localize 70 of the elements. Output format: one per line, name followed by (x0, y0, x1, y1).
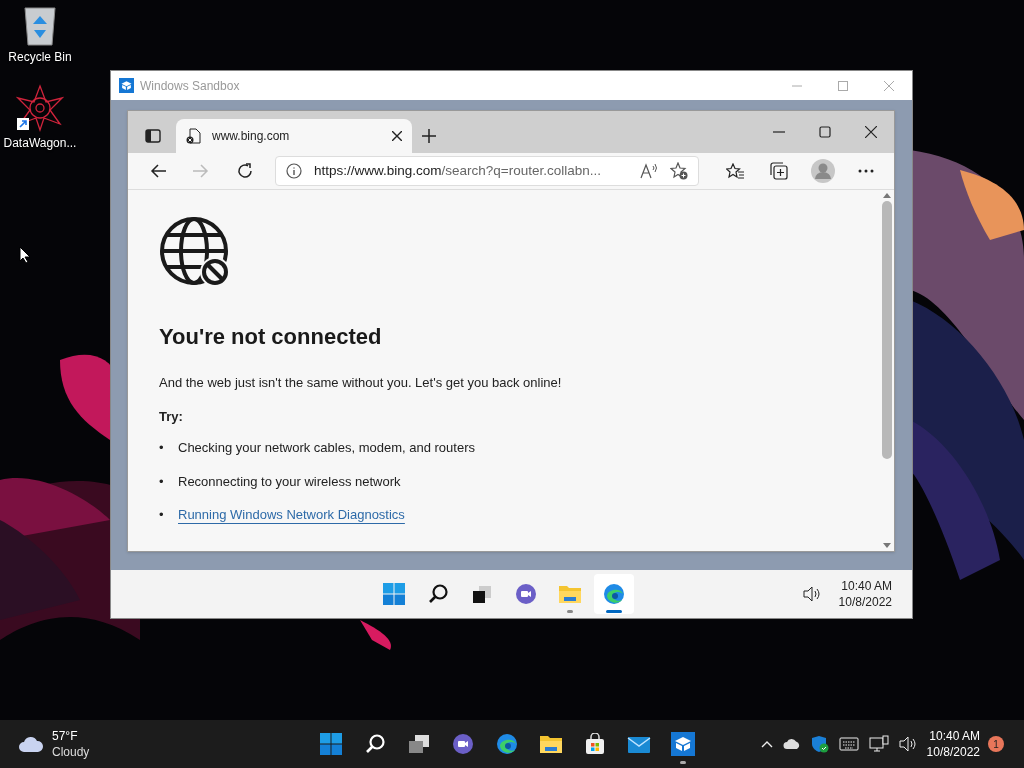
icon-label: DataWagon... (3, 136, 77, 150)
search-icon[interactable] (364, 733, 386, 755)
temperature-text: 57°F (52, 728, 79, 744)
avatar-icon (810, 159, 835, 183)
window-title: Windows Sandbox (140, 77, 240, 95)
info-icon[interactable] (285, 163, 302, 179)
refresh-icon (237, 163, 254, 179)
folder-icon[interactable] (539, 733, 563, 755)
page-heading: You're not connected (159, 323, 382, 351)
chevron-up-icon[interactable] (760, 740, 773, 748)
close-tab-icon[interactable] (392, 131, 402, 141)
plus-icon (422, 129, 436, 143)
down-arrow-icon[interactable] (883, 543, 891, 549)
running-indicator (680, 761, 686, 764)
maximize-icon (819, 126, 831, 138)
speaker-icon[interactable] (898, 736, 917, 752)
recycle-bin-icon[interactable] (23, 6, 57, 46)
close-icon (865, 126, 877, 138)
star-list-icon (726, 163, 745, 179)
windows-logo-icon[interactable] (382, 583, 405, 605)
collections-icon (769, 162, 788, 180)
network-icon[interactable] (868, 735, 889, 753)
url-text: https://www.bing.com/search?q=router.collabn... (313, 161, 602, 180)
icon-label: Recycle Bin (8, 50, 72, 64)
clock-date[interactable]: 10/8/2022 (926, 744, 980, 760)
notification-badge[interactable]: 1 (988, 736, 1004, 752)
address-bar[interactable]: https://www.bing.com/search?q=router.collabn... (274, 156, 700, 186)
speaker-icon[interactable] (802, 586, 821, 602)
envelope-icon[interactable] (627, 734, 651, 754)
edge-icon[interactable] (602, 583, 625, 605)
bullet: • (159, 506, 164, 524)
weather-condition: Cloudy (52, 744, 90, 760)
bullet: • (159, 472, 164, 491)
clock-time[interactable]: 10:40 AM (841, 578, 892, 594)
broken-page-icon (186, 128, 202, 144)
diagnostics-link[interactable]: Running Windows Network Diagnostics (178, 505, 405, 525)
clock-time[interactable]: 10:40 AM (929, 728, 980, 744)
bullet: • (159, 439, 164, 457)
running-indicator (605, 610, 622, 613)
try-label: Try: (159, 407, 183, 426)
tab-title: www.bing.com (212, 128, 291, 145)
sandbox-icon (119, 78, 134, 93)
sandbox-icon[interactable] (671, 732, 695, 756)
shield-icon[interactable] (810, 735, 829, 753)
cloud-icon[interactable] (18, 735, 44, 753)
windows-logo-icon[interactable] (320, 733, 342, 755)
edge-icon[interactable] (496, 733, 518, 755)
more-icon (858, 169, 875, 173)
cloud-icon[interactable] (782, 738, 801, 750)
clock-date[interactable]: 10/8/2022 (838, 594, 892, 610)
suggestion-text: Checking your network cables, modem, and routers (178, 439, 475, 457)
maximize-icon (838, 80, 848, 91)
close-icon (884, 80, 894, 91)
suggestion-text: Reconnecting to your wireless network (178, 472, 401, 491)
sidebar-panel-icon (145, 128, 161, 144)
shopping-bag-icon[interactable] (584, 733, 606, 755)
read-aloud-icon[interactable] (640, 163, 659, 179)
up-arrow-icon[interactable] (883, 192, 891, 198)
keyboard-icon[interactable] (838, 737, 859, 751)
running-indicator (566, 610, 573, 613)
mouse-pointer-icon (19, 246, 31, 264)
chat-icon[interactable] (452, 733, 474, 755)
task-view-icon[interactable] (470, 583, 493, 605)
left-arrow-icon (149, 164, 166, 178)
add-favorite-icon[interactable] (670, 162, 689, 180)
message-text: And the web just isn't the same without you. Let's get you back online! (159, 374, 562, 392)
task-view-icon[interactable] (407, 733, 431, 755)
right-arrow-icon (193, 164, 210, 178)
browser-tab[interactable]: www.bing.com (176, 119, 412, 153)
star-emblem-icon[interactable] (16, 84, 64, 132)
